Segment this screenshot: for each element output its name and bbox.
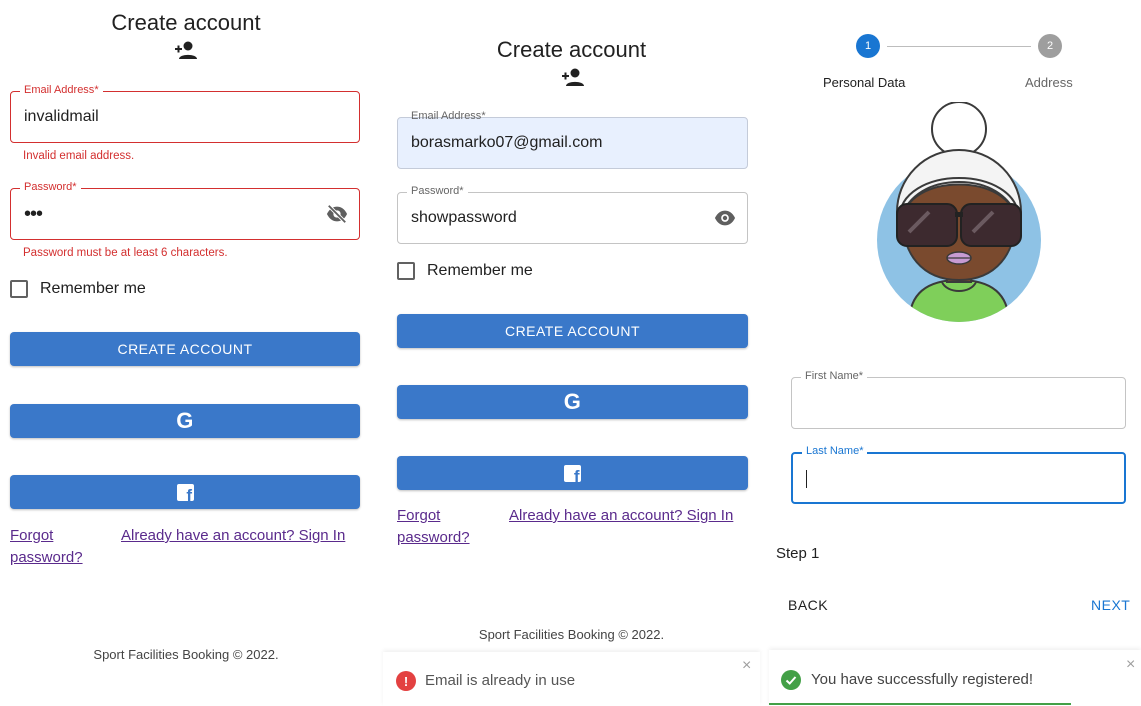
remember-me-label: Remember me [427, 262, 533, 279]
facebook-icon: f [176, 483, 194, 501]
forgot-password-link[interactable]: Forgot password? [397, 505, 487, 549]
create-account-button[interactable]: CREATE ACCOUNT [397, 314, 748, 348]
last-name-field[interactable]: Last Name* [791, 445, 1126, 504]
step-indicator-text: Step 1 [776, 545, 820, 562]
password-field[interactable]: Password* showpassword [397, 185, 748, 244]
create-account-button[interactable]: CREATE ACCOUNT [10, 332, 360, 366]
eye-off-icon[interactable] [326, 203, 348, 225]
password-error-text: Password must be at least 6 characters. [23, 247, 228, 259]
google-signin-button[interactable]: G [397, 385, 748, 419]
password-field-value: ••• [24, 202, 43, 225]
facebook-signin-button[interactable]: f [397, 456, 748, 490]
signup-panel-invalid: Create account Email Address* invalidmai… [0, 0, 372, 706]
next-button[interactable]: NEXT [1091, 597, 1130, 613]
google-signin-button[interactable]: G [10, 404, 360, 438]
person-add-icon [562, 68, 584, 86]
email-field[interactable]: Email Address* invalidmail [10, 84, 360, 143]
close-icon[interactable]: × [1126, 656, 1135, 674]
snackbar-message: You have successfully registered! [811, 671, 1034, 688]
checkbox-box[interactable] [10, 280, 28, 298]
email-field[interactable]: Email Address* borasmarko07@gmail.com [397, 110, 748, 169]
step-connector [887, 46, 1031, 47]
password-field-value: showpassword [411, 209, 517, 226]
forgot-password-link[interactable]: Forgot password? [10, 525, 100, 569]
text-cursor [806, 470, 807, 488]
remember-me-label: Remember me [40, 280, 146, 297]
error-snackbar: ! Email is already in use × [383, 652, 760, 706]
google-icon: G [563, 389, 582, 414]
page-title: Create account [496, 37, 647, 62]
google-icon: G [176, 408, 194, 433]
check-circle-icon [781, 670, 801, 690]
facebook-signin-button[interactable]: f [10, 475, 360, 509]
facebook-icon: f [564, 464, 581, 482]
avatar [877, 102, 1041, 322]
footer-copyright: Sport Facilities Booking © 2022. [478, 627, 665, 642]
back-button[interactable]: BACK [788, 597, 828, 613]
step-1-label: Personal Data [823, 75, 906, 90]
success-snackbar: You have successfully registered! × [769, 650, 1141, 706]
email-error-text: Invalid email address. [23, 150, 135, 162]
sign-in-link[interactable]: Already have an account? Sign In [121, 525, 345, 547]
snackbar-progress [769, 703, 1071, 705]
error-icon: ! [396, 671, 416, 691]
close-icon[interactable]: × [742, 657, 751, 675]
step-1-indicator: 1 [856, 34, 880, 58]
first-name-field-label: First Name* [801, 370, 868, 382]
snackbar-message: Email is already in use [425, 672, 576, 689]
registration-stepper-panel: 1 2 Personal Data Address First Name* La… [769, 0, 1141, 706]
signup-panel-email-in-use: Create account Email Address* borasmarko… [383, 0, 760, 706]
last-name-field-label: Last Name* [802, 445, 868, 457]
email-field-value: borasmarko07@gmail.com [411, 134, 603, 151]
checkbox-box[interactable] [397, 262, 415, 280]
email-field-value: invalidmail [24, 108, 99, 125]
footer-copyright: Sport Facilities Booking © 2022. [93, 647, 279, 662]
step-2-label: Address [1025, 75, 1073, 90]
person-add-icon [175, 41, 197, 59]
password-field[interactable]: Password* ••• [10, 181, 360, 240]
eye-icon[interactable] [714, 207, 736, 229]
first-name-field[interactable]: First Name* [791, 370, 1126, 429]
step-2-indicator: 2 [1038, 34, 1062, 58]
remember-me-checkbox[interactable]: Remember me [10, 280, 146, 298]
sign-in-link[interactable]: Already have an account? Sign In [509, 505, 733, 527]
remember-me-checkbox[interactable]: Remember me [397, 262, 533, 280]
page-title: Create account [111, 10, 261, 35]
